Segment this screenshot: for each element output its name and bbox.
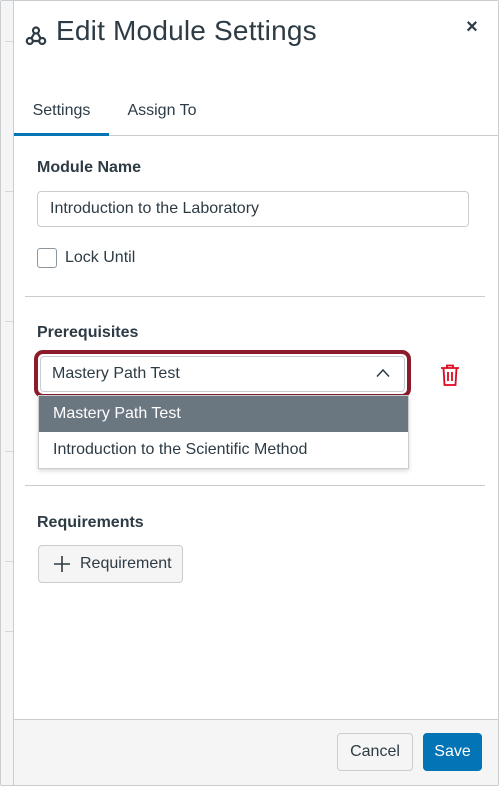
add-requirement-button[interactable]: Requirement — [38, 545, 183, 583]
add-requirement-label: Requirement — [80, 555, 172, 572]
cancel-button[interactable]: Cancel — [337, 733, 413, 771]
background-tick — [5, 321, 13, 322]
background-tick — [5, 41, 13, 42]
plus-icon — [54, 556, 70, 572]
dialog-title: Edit Module Settings — [56, 15, 317, 46]
edit-module-tray: Edit Module Settings × Settings Assign T… — [14, 1, 498, 785]
background-tick — [5, 191, 13, 192]
background-tick — [5, 561, 13, 562]
trash-icon[interactable] — [439, 363, 461, 387]
prerequisite-options-list: Mastery Path Test Introduction to the Sc… — [38, 395, 409, 469]
modal-frame: Edit Module Settings × Settings Assign T… — [0, 0, 499, 786]
prerequisites-label: Prerequisites — [37, 324, 139, 341]
background-tick — [5, 631, 13, 632]
prerequisite-select[interactable]: Mastery Path Test — [40, 356, 405, 392]
tray-header: Edit Module Settings × — [14, 1, 498, 81]
prerequisite-option[interactable]: Mastery Path Test — [39, 396, 408, 432]
close-icon[interactable]: × — [460, 15, 484, 39]
requirements-label: Requirements — [37, 514, 144, 531]
tab-list: Settings Assign To — [14, 89, 498, 136]
tab-assign-to[interactable]: Assign To — [124, 89, 200, 133]
background-tick — [5, 451, 13, 452]
background-page-edge — [1, 1, 14, 785]
tray-footer: Cancel Save — [14, 719, 498, 785]
tab-settings[interactable]: Settings — [14, 89, 109, 136]
module-name-label: Module Name — [37, 159, 142, 176]
lock-until-checkbox[interactable] — [37, 248, 57, 268]
lock-until-label[interactable]: Lock Until — [65, 247, 135, 269]
section-divider — [25, 485, 485, 486]
section-divider — [25, 296, 485, 297]
module-icon — [25, 26, 47, 46]
prerequisite-selected-value: Mastery Path Test — [52, 365, 180, 382]
module-name-input[interactable] — [37, 191, 469, 227]
save-button[interactable]: Save — [423, 733, 482, 771]
prerequisite-option[interactable]: Introduction to the Scientific Method — [39, 432, 408, 468]
chevron-up-icon — [376, 368, 390, 378]
